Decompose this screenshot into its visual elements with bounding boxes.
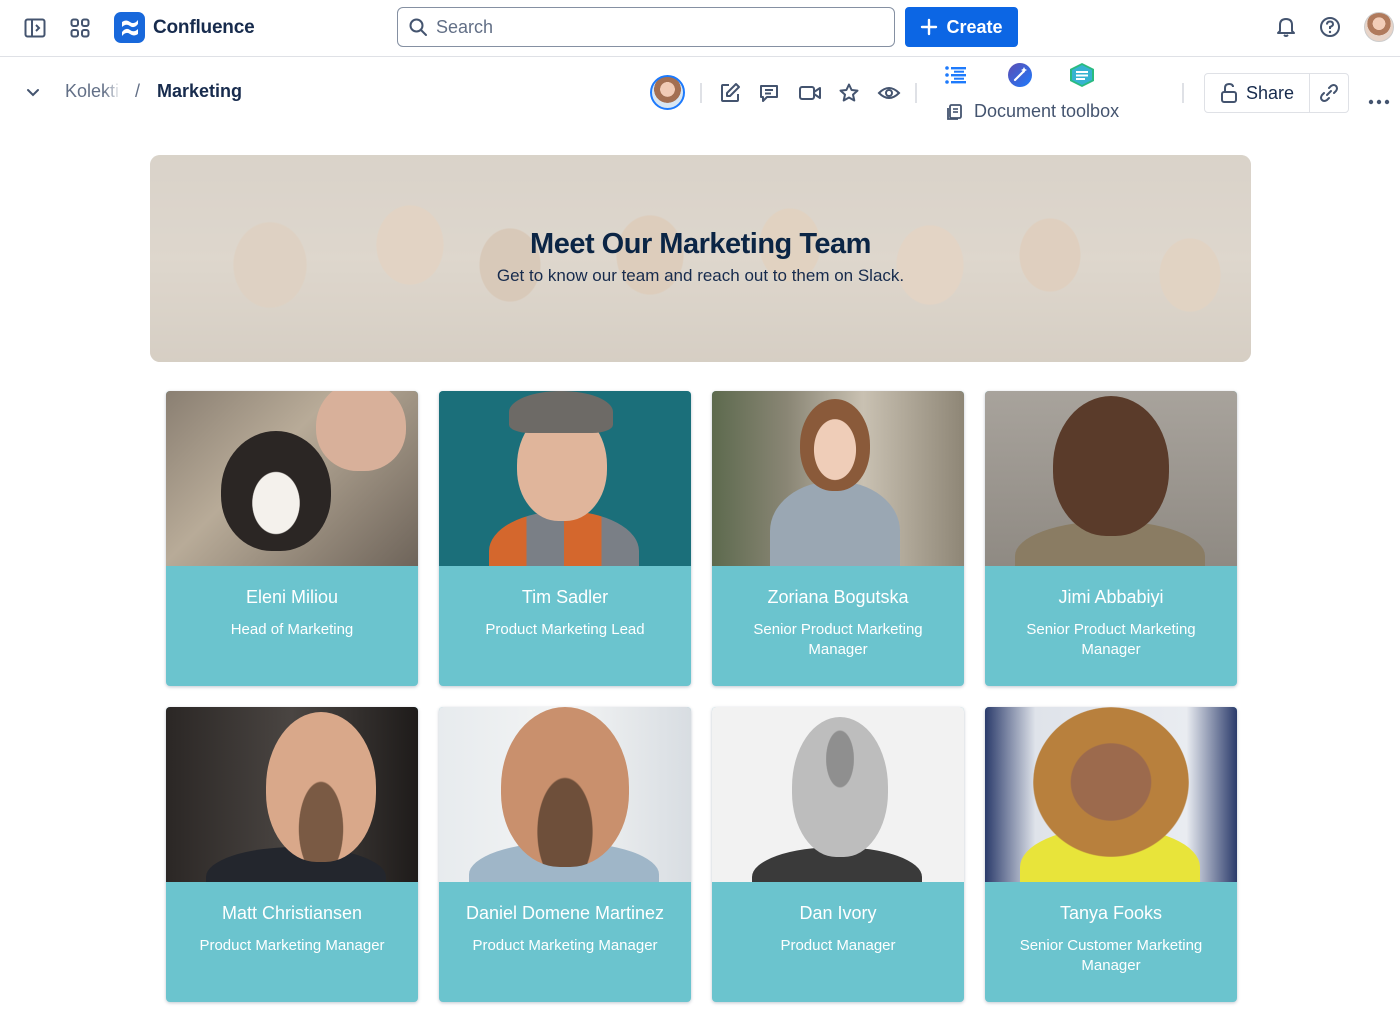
more-actions-icon[interactable] (1368, 85, 1390, 111)
search-input[interactable] (436, 16, 876, 38)
team-member-photo (439, 707, 691, 882)
document-toolbox-icon (947, 103, 962, 120)
plus-icon (921, 18, 938, 36)
sidebar-toggle-icon[interactable] (22, 16, 48, 40)
user-avatar[interactable] (1364, 12, 1394, 42)
team-member-role: Product Marketing Lead (485, 621, 645, 638)
share-button[interactable]: Share (1205, 74, 1310, 112)
notifications-bell-icon[interactable] (1274, 15, 1298, 39)
team-member-card[interactable]: Jimi Abbabiyi Senior Product Marketing M… (985, 391, 1237, 686)
team-member-card[interactable]: Matt Christiansen Product Marketing Mana… (166, 707, 418, 1002)
hero-subtitle: Get to know our team and reach out to th… (496, 266, 905, 285)
team-member-role: Product Marketing Manager (472, 937, 658, 954)
team-member-role: Senior Product Marketing Manager (1026, 621, 1196, 658)
team-member-name: Daniel Domene Martinez (465, 903, 665, 923)
top-navigation-bar: Confluence Create (0, 0, 1400, 57)
breadcrumb-parent-link[interactable]: Kolekti (65, 81, 121, 102)
page-header-bar: Kolekti / Marketing Document toolbox Sha… (0, 57, 1400, 127)
team-hero-banner: Meet Our Marketing Team Get to know our … (150, 155, 1251, 362)
team-member-name: Dan Ivory (799, 903, 877, 923)
team-member-name: Zoriana Bogutska (767, 587, 909, 607)
help-icon[interactable] (1318, 15, 1342, 39)
team-member-photo (712, 391, 964, 566)
unlock-icon (1220, 82, 1237, 103)
team-member-card[interactable]: Eleni Miliou Head of Marketing (166, 391, 418, 686)
video-camera-icon[interactable] (797, 81, 823, 105)
team-member-photo (985, 707, 1237, 882)
team-member-card[interactable]: Dan Ivory Product Manager (712, 707, 964, 1002)
link-icon (1320, 84, 1338, 102)
search-icon (409, 18, 427, 36)
notes-app-icon[interactable] (1068, 62, 1096, 93)
app-switcher-icon[interactable] (68, 16, 92, 40)
team-member-card[interactable]: Daniel Domene Martinez Product Marketing… (439, 707, 691, 1002)
create-button[interactable]: Create (905, 7, 1018, 47)
breadcrumb-separator: / (135, 81, 141, 101)
team-member-name: Tim Sadler (521, 587, 609, 607)
breadcrumb-current[interactable]: Marketing (157, 81, 242, 102)
collaborator-avatar[interactable] (650, 75, 685, 110)
team-member-card[interactable]: Zoriana Bogutska Senior Product Marketin… (712, 391, 964, 686)
search-field[interactable] (397, 7, 895, 47)
team-member-role: Senior Product Marketing Manager (753, 621, 923, 658)
toolbar-divider (700, 83, 702, 103)
team-member-name: Eleni Miliou (245, 587, 339, 607)
team-member-photo (439, 391, 691, 566)
team-member-role: Product Marketing Manager (199, 937, 385, 954)
watch-eye-icon[interactable] (876, 81, 902, 105)
team-member-photo (166, 391, 418, 566)
list-outline-icon[interactable] (944, 64, 968, 91)
document-toolbox-button[interactable]: Document toolbox (946, 101, 1119, 122)
team-member-card[interactable]: Tanya Fooks Senior Customer Marketing Ma… (985, 707, 1237, 1002)
comment-icon[interactable] (757, 81, 781, 105)
team-member-name: Tanya Fooks (1059, 903, 1163, 923)
team-member-role: Head of Marketing (230, 621, 354, 638)
hero-title: Meet Our Marketing Team (530, 228, 871, 260)
confluence-logo-icon (114, 12, 145, 43)
team-member-name: Matt Christiansen (221, 903, 363, 923)
chevron-down-icon[interactable] (24, 83, 42, 106)
copy-link-button[interactable] (1310, 74, 1348, 112)
app-name: Confluence (153, 16, 255, 38)
edit-pencil-icon[interactable] (718, 81, 742, 105)
team-member-photo (712, 707, 964, 882)
toolbar-divider (915, 83, 917, 103)
team-member-photo (166, 707, 418, 882)
share-button-group: Share (1204, 73, 1349, 113)
document-toolbox-label: Document toolbox (974, 101, 1120, 121)
team-member-role: Product Manager (780, 937, 896, 954)
create-button-label: Create (946, 16, 1003, 37)
team-member-photo (985, 391, 1237, 566)
team-member-card[interactable]: Tim Sadler Product Marketing Lead (439, 391, 691, 686)
toolbar-divider (1182, 83, 1184, 103)
team-member-role: Senior Customer Marketing Manager (1019, 937, 1203, 974)
star-icon[interactable] (837, 81, 861, 105)
team-member-name: Jimi Abbabiyi (1058, 587, 1164, 607)
share-button-label: Share (1245, 82, 1295, 103)
confluence-logo[interactable]: Confluence (114, 12, 255, 43)
ai-magic-wand-icon[interactable] (1007, 62, 1033, 93)
